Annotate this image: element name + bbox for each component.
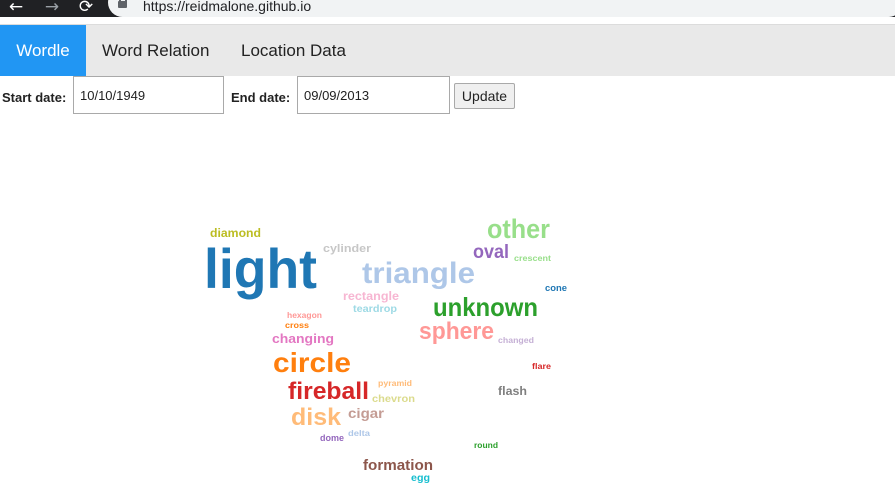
- toolbar-divider: [0, 17, 895, 20]
- tab-wordle[interactable]: Wordle: [0, 25, 86, 76]
- word-pyramid: pyramid: [378, 379, 413, 388]
- word-flash: flash: [498, 384, 527, 398]
- word-cigar: cigar: [348, 405, 385, 421]
- end-date-label: End date:: [231, 90, 291, 105]
- word-unknown: unknown: [433, 292, 538, 322]
- word-circle: circle: [273, 347, 352, 378]
- word-crescent: crescent: [514, 254, 552, 263]
- start-date-input[interactable]: [73, 76, 224, 114]
- word-changed: changed: [498, 336, 534, 345]
- word-cylinder: cylinder: [323, 243, 372, 255]
- word-teardrop: teardrop: [353, 304, 398, 315]
- browser-toolbar: ← → ⟳ https://reidmalone.github.io: [0, 0, 895, 17]
- back-arrow-icon[interactable]: ←: [6, 0, 26, 17]
- word-hexagon: hexagon: [287, 311, 323, 320]
- word-formation: formation: [363, 457, 434, 474]
- word-other: other: [487, 214, 550, 244]
- top-nav: Wordle Word Relation Location Data: [0, 24, 895, 76]
- word-flare: flare: [532, 362, 552, 371]
- start-date-label: Start date:: [2, 90, 67, 105]
- word-changing: changing: [272, 331, 334, 346]
- word-cone: cone: [545, 283, 568, 293]
- word-delta: delta: [348, 429, 370, 438]
- word-rectangle: rectangle: [343, 289, 400, 303]
- lock-icon: [118, 0, 127, 8]
- word-round: round: [474, 441, 499, 450]
- tab-location-data[interactable]: Location Data: [225, 25, 362, 76]
- url-text[interactable]: https://reidmalone.github.io: [143, 0, 311, 14]
- word-fireball: fireball: [288, 378, 369, 405]
- word-disk: disk: [291, 404, 342, 431]
- word-sphere: sphere: [419, 318, 495, 345]
- reload-icon[interactable]: ⟳: [76, 0, 96, 17]
- forward-arrow-icon[interactable]: →: [42, 0, 62, 17]
- tab-word-relation[interactable]: Word Relation: [86, 25, 225, 76]
- word-light: light: [204, 237, 317, 300]
- word-triangle: triangle: [362, 257, 476, 290]
- word-cross: cross: [285, 321, 310, 330]
- word-diamond: diamond: [210, 226, 261, 240]
- word-oval: oval: [473, 242, 510, 263]
- word-dome: dome: [320, 433, 345, 443]
- word-egg: egg: [411, 473, 431, 484]
- word-chevron: chevron: [372, 394, 415, 405]
- end-date-input[interactable]: [297, 76, 450, 114]
- update-button[interactable]: Update: [454, 83, 515, 109]
